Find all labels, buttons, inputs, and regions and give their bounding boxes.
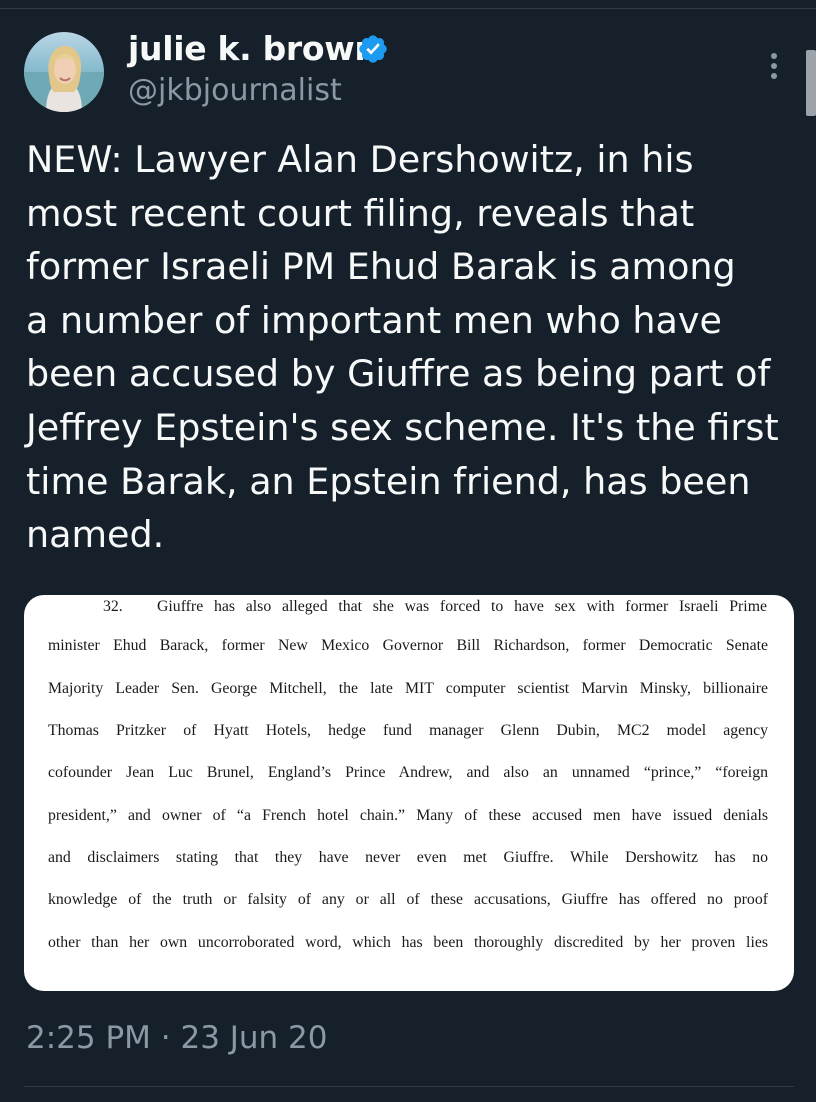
avatar-photo-icon (24, 32, 104, 112)
verified-badge-icon (359, 35, 387, 63)
top-divider (0, 8, 816, 9)
author-handle[interactable]: @jkbjournalist (128, 73, 342, 108)
document-image-card[interactable]: 32. Giuffre has also alleged that she wa… (24, 595, 794, 991)
author-display-name[interactable]: julie k. brown (128, 29, 378, 68)
author-avatar[interactable] (24, 32, 104, 112)
tweet-text-line: time Barak, an Epstein friend, has been (26, 459, 751, 503)
document-line: and disclaimers stating that they have n… (48, 849, 768, 866)
document-line: minister Ehud Barack, former New Mexico … (48, 637, 768, 654)
tweet-text-line: been accused by Giuffre as being part of (26, 352, 771, 396)
document-paragraph-number: 32. (103, 598, 123, 615)
document-line: Thomas Pritzker of Hyatt Hotels, hedge f… (48, 722, 768, 739)
tweet-text-line: Jeffrey Epstein's sex scheme. It's the f… (26, 405, 779, 449)
scrollbar-thumb[interactable] (806, 50, 816, 116)
tweet-text-line: NEW: Lawyer Alan Dershowitz, in his (26, 138, 694, 181)
document-line: Majority Leader Sen. George Mitchell, th… (48, 680, 768, 697)
tweet-text-line: a number of important men who have (26, 298, 722, 342)
more-options-icon[interactable] (760, 50, 788, 82)
tweet-text-line: former Israeli PM Ehud Barak is among (26, 245, 736, 289)
document-line: president,” and owner of “a French hotel… (48, 807, 768, 824)
document-line: cofounder Jean Luc Brunel, England’s Pri… (48, 764, 768, 781)
document-line: other than her own uncorroborated word, … (48, 934, 768, 951)
bottom-divider (24, 1086, 794, 1087)
document-line: knowledge of the truth or falsity of any… (48, 891, 768, 908)
document-line: Giuffre has also alleged that she was fo… (157, 598, 767, 615)
tweet-text-line: most recent court filing, reveals that (26, 191, 695, 235)
tweet-text: NEW: Lawyer Alan Dershowitz, in his most… (26, 133, 806, 562)
tweet-timestamp[interactable]: 2:25 PM · 23 Jun 20 (26, 1020, 328, 1056)
tweet-text-line: named. (26, 513, 165, 557)
